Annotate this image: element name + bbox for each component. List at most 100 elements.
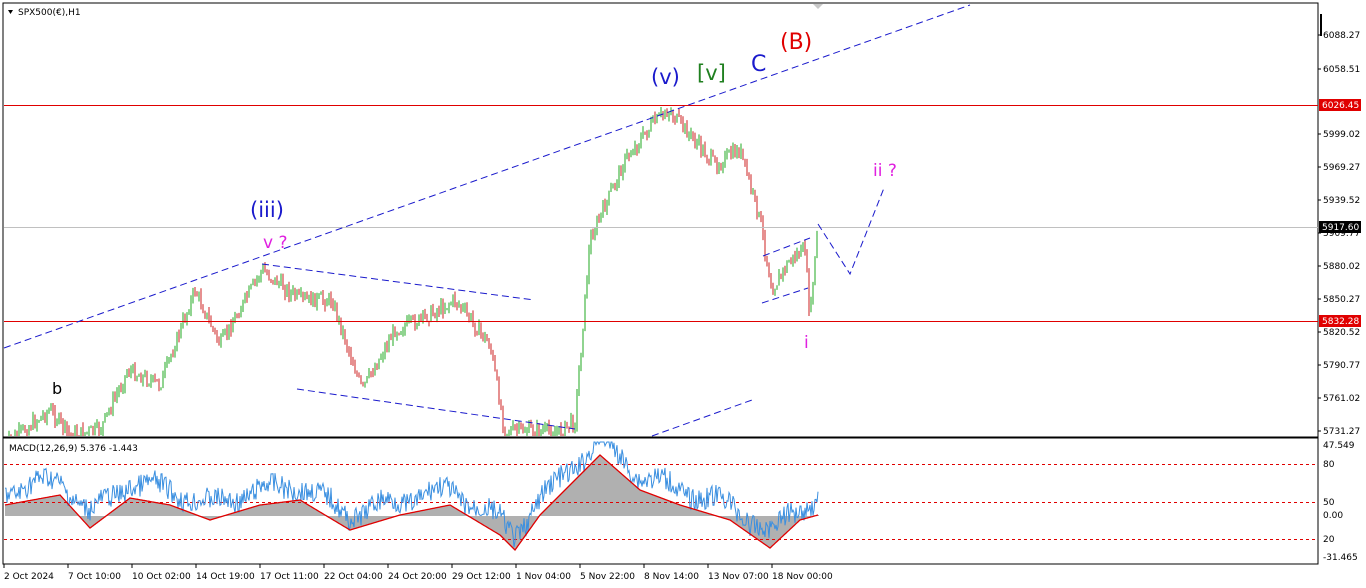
- histogram-bar: [485, 516, 486, 526]
- histogram-bar: [568, 487, 569, 516]
- histogram-bar: [581, 474, 582, 516]
- price-tag-upper: 6026.45: [1319, 99, 1361, 111]
- histogram-bar: [688, 507, 689, 516]
- histogram-bar: [14, 503, 15, 516]
- histogram-bar: [605, 459, 606, 516]
- price-chart[interactable]: b (iii) v ? (v) [v] C (B) ii ? i SPX500(…: [0, 0, 1366, 588]
- symbol-title: SPX500(€),H1: [18, 8, 81, 18]
- histogram-bar: [672, 502, 673, 516]
- histogram-bar: [156, 502, 157, 516]
- histogram-bar: [38, 499, 39, 516]
- histogram-bar: [268, 504, 269, 516]
- histogram-bar: [767, 516, 768, 546]
- histogram-bar: [498, 516, 499, 534]
- histogram-bar: [554, 501, 555, 516]
- histogram-bar: [20, 502, 21, 516]
- histogram-bar: [591, 464, 592, 516]
- histogram-bar: [373, 516, 374, 524]
- histogram-bar: [489, 516, 490, 529]
- histogram-bar: [176, 507, 177, 516]
- histogram-bar: [589, 466, 590, 516]
- histogram-bar: [669, 500, 670, 516]
- price-axis-label: 5731.27: [1323, 427, 1360, 437]
- histogram-bar: [125, 501, 126, 516]
- histogram-bar: [8, 504, 9, 516]
- histogram-bar: [573, 482, 574, 516]
- histogram-bar: [443, 506, 444, 516]
- time-axis-label: 22 Oct 04:00: [324, 572, 383, 582]
- wave-label-ii-question: ii ?: [873, 161, 897, 181]
- histogram-bar: [48, 497, 49, 516]
- histogram-bar: [355, 516, 356, 529]
- histogram-bar: [650, 493, 651, 516]
- histogram-bar: [655, 495, 656, 516]
- histogram-bar: [791, 516, 792, 529]
- histogram-bar: [127, 500, 128, 516]
- histogram-bar: [261, 504, 262, 516]
- histogram-bar: [604, 458, 605, 516]
- histogram-bar: [635, 485, 636, 516]
- histogram-bar: [250, 508, 251, 516]
- histogram-bar: [507, 516, 508, 542]
- histogram-bar: [146, 500, 147, 516]
- histogram-bar: [450, 505, 451, 516]
- histogram-bar: [302, 501, 303, 516]
- histogram-bar: [511, 516, 512, 546]
- histogram-bar: [253, 507, 254, 516]
- histogram-bar: [484, 516, 485, 526]
- histogram-bar: [273, 503, 274, 516]
- histogram-bar: [770, 516, 771, 548]
- histogram-bar: [663, 498, 664, 516]
- histogram-bar: [309, 505, 310, 516]
- histogram-bar: [64, 499, 65, 516]
- histogram-bar: [375, 516, 376, 523]
- histogram-bar: [247, 508, 248, 516]
- histogram-bar: [692, 508, 693, 516]
- histogram-bar: [149, 501, 150, 516]
- histogram-bar: [267, 504, 268, 516]
- histogram-bar: [54, 496, 55, 516]
- histogram-bar: [647, 492, 648, 516]
- histogram-bar: [159, 503, 160, 516]
- histogram-bar: [431, 508, 432, 516]
- histogram-bar: [240, 511, 241, 516]
- histogram-bar: [135, 498, 136, 516]
- histogram-bar: [682, 505, 683, 516]
- histogram-bar: [598, 457, 599, 516]
- histogram-bar: [113, 510, 114, 516]
- histogram-bar: [278, 502, 279, 516]
- histogram-bar: [678, 504, 679, 516]
- histogram-bar: [477, 516, 478, 522]
- histogram-bar: [618, 470, 619, 516]
- wave-label-v-question: v ?: [263, 233, 288, 253]
- histogram-bar: [488, 516, 489, 528]
- histogram-bar: [578, 477, 579, 516]
- histogram-bar: [643, 491, 644, 516]
- histogram-bar: [337, 516, 338, 523]
- histogram-bar: [792, 516, 793, 528]
- histogram-bar: [7, 504, 8, 516]
- macd-axis-label: 47.549: [1323, 441, 1355, 451]
- macd-axis: 47.549 80 50 0.00 20 -31.465: [1323, 441, 1358, 563]
- wave-label-iii: (iii): [250, 198, 284, 222]
- histogram-bar: [553, 502, 554, 516]
- price-scale-marker: [1320, 14, 1322, 36]
- histogram-bar: [55, 495, 56, 516]
- histogram-bar: [483, 516, 484, 525]
- histogram-bar: [279, 502, 280, 516]
- macd-axis-label: -31.465: [1323, 553, 1358, 563]
- histogram-bar: [818, 515, 819, 516]
- histogram-bar: [648, 493, 649, 516]
- histogram-bar: [118, 507, 119, 516]
- histogram-bar: [566, 489, 567, 516]
- histogram-bar: [114, 510, 115, 516]
- histogram-bar: [263, 504, 264, 516]
- price-axis-label: 5761.02: [1323, 394, 1360, 404]
- histogram-bar: [22, 501, 23, 516]
- price-axis-label: 6058.51: [1323, 65, 1360, 75]
- histogram-bar: [25, 501, 26, 516]
- time-axis: 2 Oct 2024 7 Oct 10:00 10 Oct 02:00 14 Oct …: [3, 564, 833, 582]
- histogram-bar: [43, 498, 44, 516]
- histogram-bar: [150, 501, 151, 516]
- histogram-bar: [132, 498, 133, 516]
